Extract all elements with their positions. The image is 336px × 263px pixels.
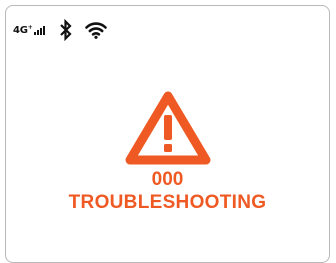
warning-triangle-icon	[125, 91, 210, 165]
network-type-label: 4G+	[13, 24, 33, 36]
device-screen: 4G+ 000 TROUBLESHOOTING	[5, 5, 330, 263]
wifi-icon	[84, 22, 107, 39]
error-code: 000	[151, 169, 184, 190]
alert-panel: 000 TROUBLESHOOTING	[6, 89, 329, 215]
error-message: TROUBLESHOOTING	[68, 192, 267, 213]
status-bar: 4G+	[13, 18, 107, 42]
bluetooth-icon	[59, 19, 72, 41]
signal-bars-icon	[33, 25, 45, 35]
